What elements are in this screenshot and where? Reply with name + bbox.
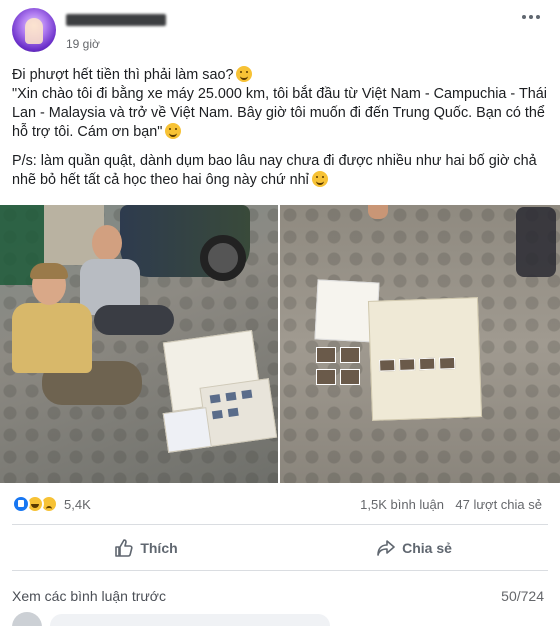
post-actions: Thích Chia sẻ (12, 530, 548, 566)
like-button[interactable]: Thích (12, 530, 280, 566)
cardboard-signs (162, 329, 278, 453)
thinking-face-emoji-icon (311, 171, 328, 187)
photo-print (316, 369, 336, 385)
upside-down-face-emoji-icon (165, 123, 182, 139)
view-previous-comments-link[interactable]: Xem các bình luận trước (12, 588, 166, 604)
divider (12, 570, 548, 571)
traveler-yellow-shirt (12, 263, 142, 415)
share-arrow-icon (377, 540, 395, 556)
divider (12, 524, 548, 525)
more-options-icon[interactable] (522, 10, 542, 24)
shares-count[interactable]: 47 lượt chia sẻ (455, 497, 542, 512)
reactions-summary[interactable] (12, 494, 72, 514)
post-header: 19 giờ (12, 8, 548, 56)
motorbike-wheel (200, 235, 246, 281)
comment-bubble[interactable] (50, 614, 330, 626)
post-paragraph-2: P/s: làm quần quật, dành dụm bao lâu nay… (12, 152, 548, 190)
post-ps: P/s: làm quần quật, dành dụm bao lâu nay… (12, 153, 537, 188)
facebook-post: 19 giờ Đi phượt hết tiền thì phải làm sa… (0, 0, 560, 626)
like-reaction-icon (12, 495, 30, 513)
share-button[interactable]: Chia sẻ (280, 530, 548, 566)
post-timestamp[interactable]: 19 giờ (66, 37, 100, 51)
handwritten-sign (367, 297, 483, 421)
photo-print (340, 347, 360, 363)
post-question: Đi phượt hết tiền thì phải làm sao? (12, 67, 234, 83)
comments-count[interactable]: 1,5K bình luận (360, 497, 444, 512)
comment-counter: 50/724 (501, 588, 544, 604)
like-label: Thích (140, 540, 178, 556)
sandals (516, 207, 556, 277)
author-avatar[interactable] (12, 8, 56, 52)
photo-print (316, 347, 336, 363)
reaction-count[interactable]: 5,4K (64, 497, 91, 512)
author-name-blurred[interactable] (66, 14, 166, 26)
share-label: Chia sẻ (402, 540, 452, 556)
commenter-avatar[interactable] (12, 612, 42, 626)
thumbs-up-icon (115, 539, 133, 557)
post-paragraph-1: Đi phượt hết tiền thì phải làm sao? "Xin… (12, 66, 548, 142)
photo-print (340, 369, 360, 385)
post-stats: 5,4K 1,5K bình luận 47 lượt chia sẻ (12, 494, 548, 516)
post-quote: "Xin chào tôi đi bằng xe máy 25.000 km, … (12, 86, 547, 140)
post-text: Đi phượt hết tiền thì phải làm sao? "Xin… (12, 66, 548, 200)
dizzy-face-emoji-icon (236, 66, 253, 82)
post-photos (0, 205, 560, 483)
photo-signs-closeup[interactable] (280, 205, 560, 483)
photo-two-travelers[interactable] (0, 205, 278, 483)
fingers (368, 205, 388, 219)
